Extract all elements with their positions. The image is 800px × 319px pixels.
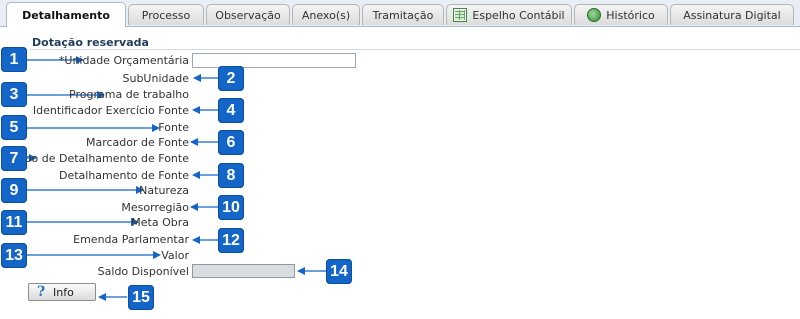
marcador-fonte-label: Marcador de Fonte xyxy=(86,136,189,149)
callout-badge-14: 14 xyxy=(326,259,352,284)
callout-badge-12: 12 xyxy=(218,228,244,253)
tab-label: Histórico xyxy=(606,8,655,22)
unidade-orcamentaria-input[interactable] xyxy=(192,53,356,68)
tab-espelho-contabil[interactable]: Espelho Contábil xyxy=(446,4,572,25)
callout-badge-13: 13 xyxy=(1,243,27,268)
callout-badge-11: 11 xyxy=(1,210,27,235)
history-icon xyxy=(587,8,602,22)
callout-badge-6: 6 xyxy=(218,130,244,155)
unidade-orcamentaria-label: *Unidade Orçamentária xyxy=(59,54,189,67)
meta-obra-label: Meta Obra xyxy=(131,216,189,229)
section-title: Dotação reservada xyxy=(32,36,149,49)
tab-detalhamento[interactable]: Detalhamento xyxy=(6,2,126,27)
tab-label: Assinatura Digital xyxy=(683,8,781,22)
callout-badge-10: 10 xyxy=(218,195,244,220)
callout-badge-3: 3 xyxy=(1,82,27,107)
callout-badge-9: 9 xyxy=(1,178,27,203)
saldo-disponivel-label: Saldo Disponível xyxy=(97,265,189,278)
tab-tramitacao[interactable]: Tramitação xyxy=(362,4,444,25)
callout-badge-1: 1 xyxy=(1,47,27,72)
tab-label: Espelho Contábil xyxy=(472,8,565,22)
mesorregiao-label: Mesorregião xyxy=(121,201,189,214)
valor-label: Valor xyxy=(161,249,189,262)
callout-badge-7: 7 xyxy=(1,146,27,171)
info-button[interactable]: ? Info xyxy=(28,283,96,301)
tab-label: Tramitação xyxy=(372,8,434,22)
tab-label: Detalhamento xyxy=(22,8,110,22)
identificador-exercicio-fonte-label: Identificador Exercício Fonte xyxy=(32,104,189,117)
tipo-detalhamento-fonte-label: Tipo de Detalhamento de Fonte xyxy=(15,152,189,165)
tab-assinatura-digital[interactable]: Assinatura Digital xyxy=(670,4,794,25)
info-button-label: Info xyxy=(53,285,74,299)
tab-label: Anexo(s) xyxy=(301,8,351,22)
detalhamento-fonte-label: Detalhamento de Fonte xyxy=(58,169,189,182)
callout-badge-8: 8 xyxy=(218,163,244,188)
callout-badge-5: 5 xyxy=(1,115,27,140)
tab-historico[interactable]: Histórico xyxy=(574,4,668,25)
tab-label: Processo xyxy=(141,8,191,22)
question-icon: ? xyxy=(37,284,46,300)
tab-bar: Detalhamento Processo Observação Anexo(s… xyxy=(0,0,800,27)
label-text: Unidade Orçamentária xyxy=(64,54,189,67)
callout-badge-15: 15 xyxy=(128,285,154,310)
callout-badge-4: 4 xyxy=(218,98,244,123)
section-divider xyxy=(30,49,800,50)
tab-observacao[interactable]: Observação xyxy=(206,4,290,25)
spreadsheet-icon xyxy=(453,8,468,22)
natureza-label: Natureza xyxy=(139,184,189,197)
tab-anexos[interactable]: Anexo(s) xyxy=(292,4,360,25)
tab-label: Observação xyxy=(215,8,281,22)
saldo-disponivel-input xyxy=(192,264,295,278)
tab-processo[interactable]: Processo xyxy=(128,4,204,25)
programa-trabalho-label: Programa de trabalho xyxy=(69,88,189,101)
callout-badge-2: 2 xyxy=(218,66,244,91)
subunidade-label: SubUnidade xyxy=(122,72,190,85)
fonte-label: Fonte xyxy=(158,121,189,134)
emenda-parlamentar-label: Emenda Parlamentar xyxy=(73,233,189,246)
